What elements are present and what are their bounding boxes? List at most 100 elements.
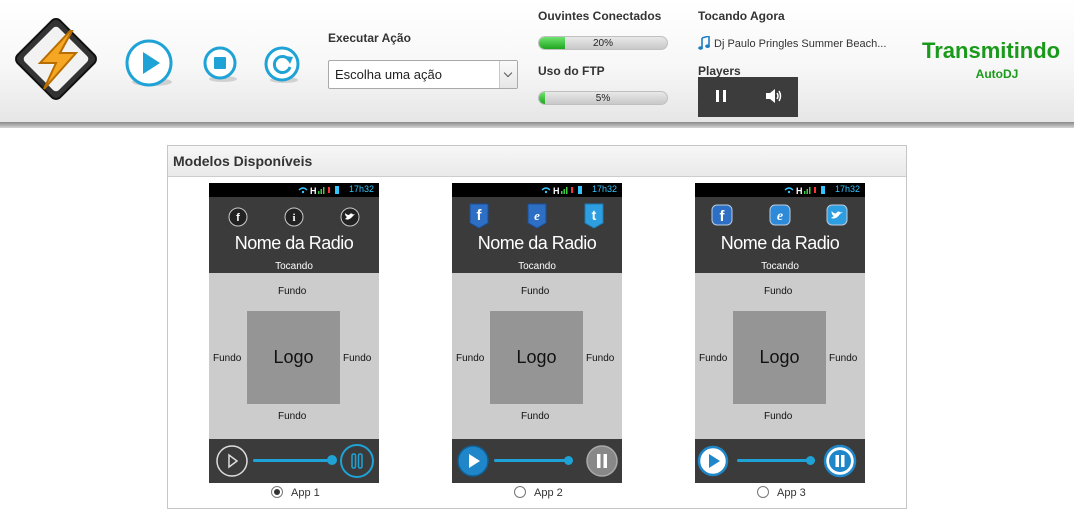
reload-button[interactable] — [263, 45, 303, 85]
network-type: H — [796, 186, 803, 195]
app-1-radio[interactable] — [271, 486, 283, 498]
stop-icon — [203, 46, 237, 82]
fundo-right: Fundo — [829, 353, 858, 364]
phone-time: 17h32 — [591, 184, 617, 194]
app-1-option[interactable]: App 1 — [271, 486, 320, 499]
listeners-progress-text: 20% — [592, 38, 613, 49]
info-icon: i — [284, 207, 304, 227]
stream-status: Transmitindo — [922, 38, 1061, 63]
chevron-down-icon — [499, 61, 517, 88]
slider-knob — [327, 455, 337, 465]
logo-text: Logo — [273, 347, 314, 367]
twitter-icon — [340, 207, 360, 227]
phone-status-bar: H 17h32 — [452, 183, 622, 197]
now-playing-label: Tocando Agora — [698, 9, 785, 23]
phone-header: f e t Nome da Radio Tocando — [452, 197, 622, 273]
play-icon — [697, 445, 729, 477]
play-button[interactable] — [124, 38, 176, 90]
player-pause-button[interactable] — [714, 87, 728, 110]
play-icon — [125, 39, 173, 87]
logo-placeholder: Logo — [733, 311, 826, 404]
facebook-icon: f — [711, 204, 733, 226]
app-3-radio[interactable] — [757, 486, 769, 498]
pause-icon — [823, 444, 857, 478]
app-3-option[interactable]: App 3 — [757, 486, 806, 499]
app-2-preview[interactable]: H 17h32 f e t Nome da Radio Tocando Fund… — [452, 183, 622, 483]
network-type: H — [553, 186, 560, 195]
ftp-progress-text: 5% — [595, 93, 611, 104]
tocando-label: Tocando — [275, 261, 313, 272]
fundo-left: Fundo — [213, 353, 242, 364]
phone-header: f e Nome da Radio Tocando — [695, 197, 865, 273]
logo-text: Logo — [516, 347, 557, 367]
player-volume-button[interactable] — [764, 87, 784, 110]
players-label: Players — [698, 64, 741, 78]
twitter-icon: t — [584, 203, 604, 229]
reload-icon — [264, 46, 300, 83]
stream-source: AutoDJ — [975, 67, 1019, 81]
phone-player-bar — [452, 439, 622, 483]
app-2-label: App 2 — [534, 487, 563, 499]
app-1-label: App 1 — [291, 487, 320, 499]
app-2-option[interactable]: App 2 — [514, 486, 563, 499]
signal-icon: H — [784, 186, 825, 195]
fundo-bottom: Fundo — [521, 411, 550, 422]
action-select-value: Escolha uma ação — [335, 67, 442, 82]
radio-name: Nome da Radio — [477, 233, 597, 253]
slider-knob — [806, 456, 815, 465]
pause-icon — [586, 445, 618, 477]
phone-player-bar — [209, 439, 379, 483]
play-icon — [457, 445, 489, 477]
svg-text:e: e — [777, 209, 783, 224]
svg-text:f: f — [236, 212, 240, 224]
tocando-label: Tocando — [761, 261, 799, 272]
players-controls — [698, 77, 798, 117]
models-panel-title: Modelos Disponíveis — [168, 146, 906, 177]
pause-icon — [716, 90, 726, 102]
play-icon — [216, 445, 248, 477]
twitter-icon — [826, 204, 848, 226]
fundo-right: Fundo — [343, 353, 372, 364]
logo-placeholder: Logo — [490, 311, 583, 404]
pause-icon — [340, 444, 374, 478]
execute-action-label: Executar Ação — [328, 31, 411, 45]
models-panel: Modelos Disponíveis H 17h32 f i Nome da … — [167, 145, 907, 509]
now-playing-track-text: Dj Paulo Pringles Summer Beach... — [714, 38, 887, 50]
signal-icon: H — [298, 186, 339, 195]
fundo-right: Fundo — [586, 353, 615, 364]
fundo-top: Fundo — [278, 286, 307, 297]
ftp-progress-bar: 5% — [538, 91, 668, 105]
svg-text:i: i — [292, 212, 295, 224]
fundo-bottom: Fundo — [764, 411, 793, 422]
app-2-radio[interactable] — [514, 486, 526, 498]
phone-time: 17h32 — [834, 184, 860, 194]
svg-text:e: e — [534, 208, 540, 223]
app-3-label: App 3 — [777, 487, 806, 499]
internet-explorer-icon: e — [769, 204, 791, 226]
progress-slider — [737, 459, 815, 462]
tocando-label: Tocando — [518, 261, 556, 272]
phone-status-bar: H 17h32 — [695, 183, 865, 197]
progress-slider — [494, 459, 568, 462]
phone-status-bar: H 17h32 — [209, 183, 379, 197]
phone-time: 17h32 — [348, 184, 374, 194]
network-type: H — [310, 186, 317, 195]
fundo-top: Fundo — [521, 286, 550, 297]
now-playing-track: Dj Paulo Pringles Summer Beach... — [698, 36, 886, 50]
svg-text:t: t — [592, 207, 597, 223]
fundo-top: Fundo — [764, 286, 793, 297]
stop-button[interactable] — [203, 46, 241, 84]
volume-icon — [766, 89, 782, 103]
listeners-label: Ouvintes Conectados — [538, 9, 662, 23]
radio-name: Nome da Radio — [720, 233, 840, 253]
music-note-icon — [698, 36, 710, 50]
facebook-icon: f — [469, 203, 489, 229]
app-1-preview[interactable]: H 17h32 f i Nome da Radio Tocando Fundo … — [209, 183, 379, 483]
action-select[interactable]: Escolha uma ação — [328, 60, 518, 89]
logo-text: Logo — [759, 347, 800, 367]
facebook-icon: f — [228, 207, 248, 227]
radio-name: Nome da Radio — [234, 233, 354, 253]
signal-icon: H — [541, 186, 582, 195]
winamp-logo-icon — [10, 13, 102, 105]
app-3-preview[interactable]: H 17h32 f e Nome da Radio Tocando Fundo … — [695, 183, 865, 483]
